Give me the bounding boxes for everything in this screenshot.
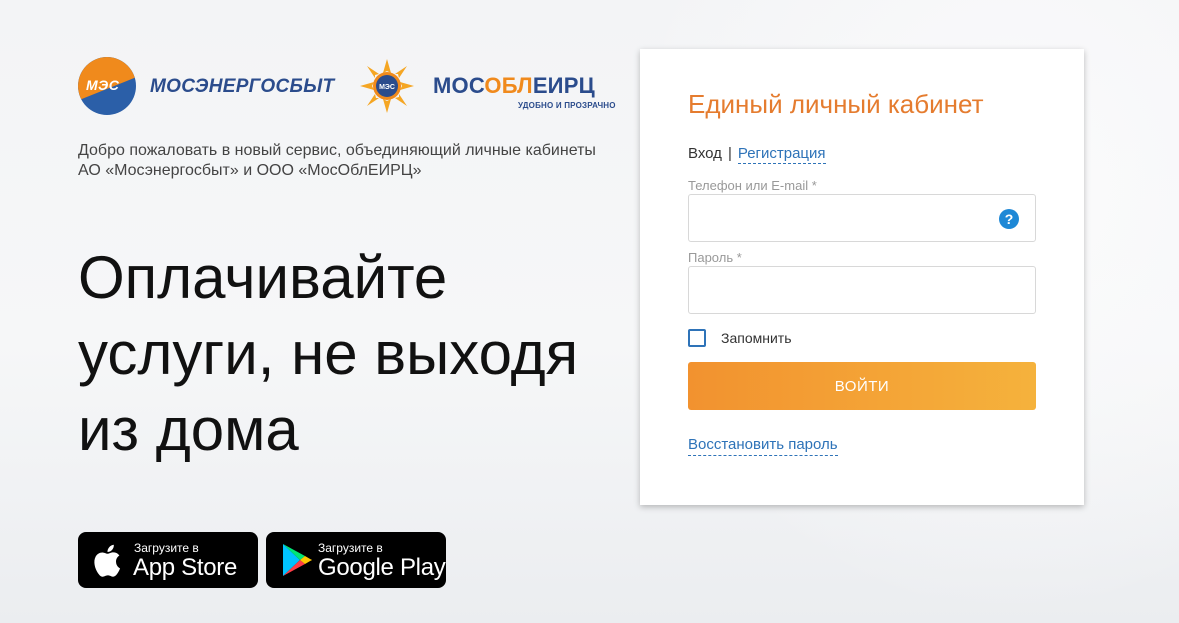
brand-logos: МЭС МОСЭНЕРГОСБЫТ МЭС МОСОБЛЕИРЦ УДОБНО … [78, 57, 618, 115]
app-store-button[interactable]: Загрузите в App Store [78, 532, 258, 588]
google-play-small-label: Загрузите в [318, 541, 383, 555]
mes-logo-badge: МЭС [86, 77, 120, 93]
login-button[interactable]: ВОЙТИ [688, 362, 1036, 410]
auth-tabs: Вход | Регистрация [688, 145, 826, 164]
app-store-small-label: Загрузите в [134, 541, 199, 555]
app-store-big-label: App Store [133, 554, 238, 581]
google-play-button[interactable]: Загрузите в Google Play [266, 532, 446, 588]
phone-label: Телефон или E-mail * [688, 178, 817, 193]
google-play-icon [283, 544, 312, 576]
mosobl-name-part3: ЕИРЦ [532, 73, 595, 98]
mosobl-name-part1: МОС [433, 73, 485, 98]
apple-icon [94, 544, 121, 577]
mes-logo-name: МОСЭНЕРГОСБЫТ [150, 76, 335, 97]
password-label: Пароль * [688, 250, 742, 265]
mosobl-sun-badge: МЭС [379, 84, 395, 91]
mosobl-name-part2: ОБЛ [484, 73, 533, 98]
welcome-text: Добро пожаловать в новый сервис, объедин… [78, 142, 596, 179]
restore-password-link[interactable]: Восстановить пароль [688, 436, 838, 456]
mosobl-sun-logo: МЭС [360, 59, 414, 113]
login-card: Единый личный кабинет Вход | Регистрация Т… [640, 49, 1084, 505]
remember-checkbox[interactable] [688, 329, 706, 347]
tab-separator: | [727, 145, 732, 162]
remember-label: Запомнить [721, 330, 792, 346]
page-headline: Оплачивайте услуги, не выходя из дома [78, 244, 579, 463]
tab-register[interactable]: Регистрация [737, 145, 826, 164]
help-icon[interactable]: ? [999, 209, 1019, 229]
login-card-title: Единый личный кабинет [688, 89, 984, 119]
mosobl-slogan: УДОБНО И ПРОЗРАЧНО [518, 101, 616, 110]
mes-logo: МЭС [78, 57, 136, 115]
password-field [688, 266, 1036, 314]
phone-field: ? [688, 194, 1036, 242]
tab-login[interactable]: Вход [688, 145, 722, 162]
password-input[interactable] [689, 267, 1035, 313]
google-play-big-label: Google Play [318, 554, 446, 581]
mosobl-logo-name: МОСОБЛЕИРЦ [433, 73, 595, 99]
phone-input[interactable] [689, 195, 1035, 241]
